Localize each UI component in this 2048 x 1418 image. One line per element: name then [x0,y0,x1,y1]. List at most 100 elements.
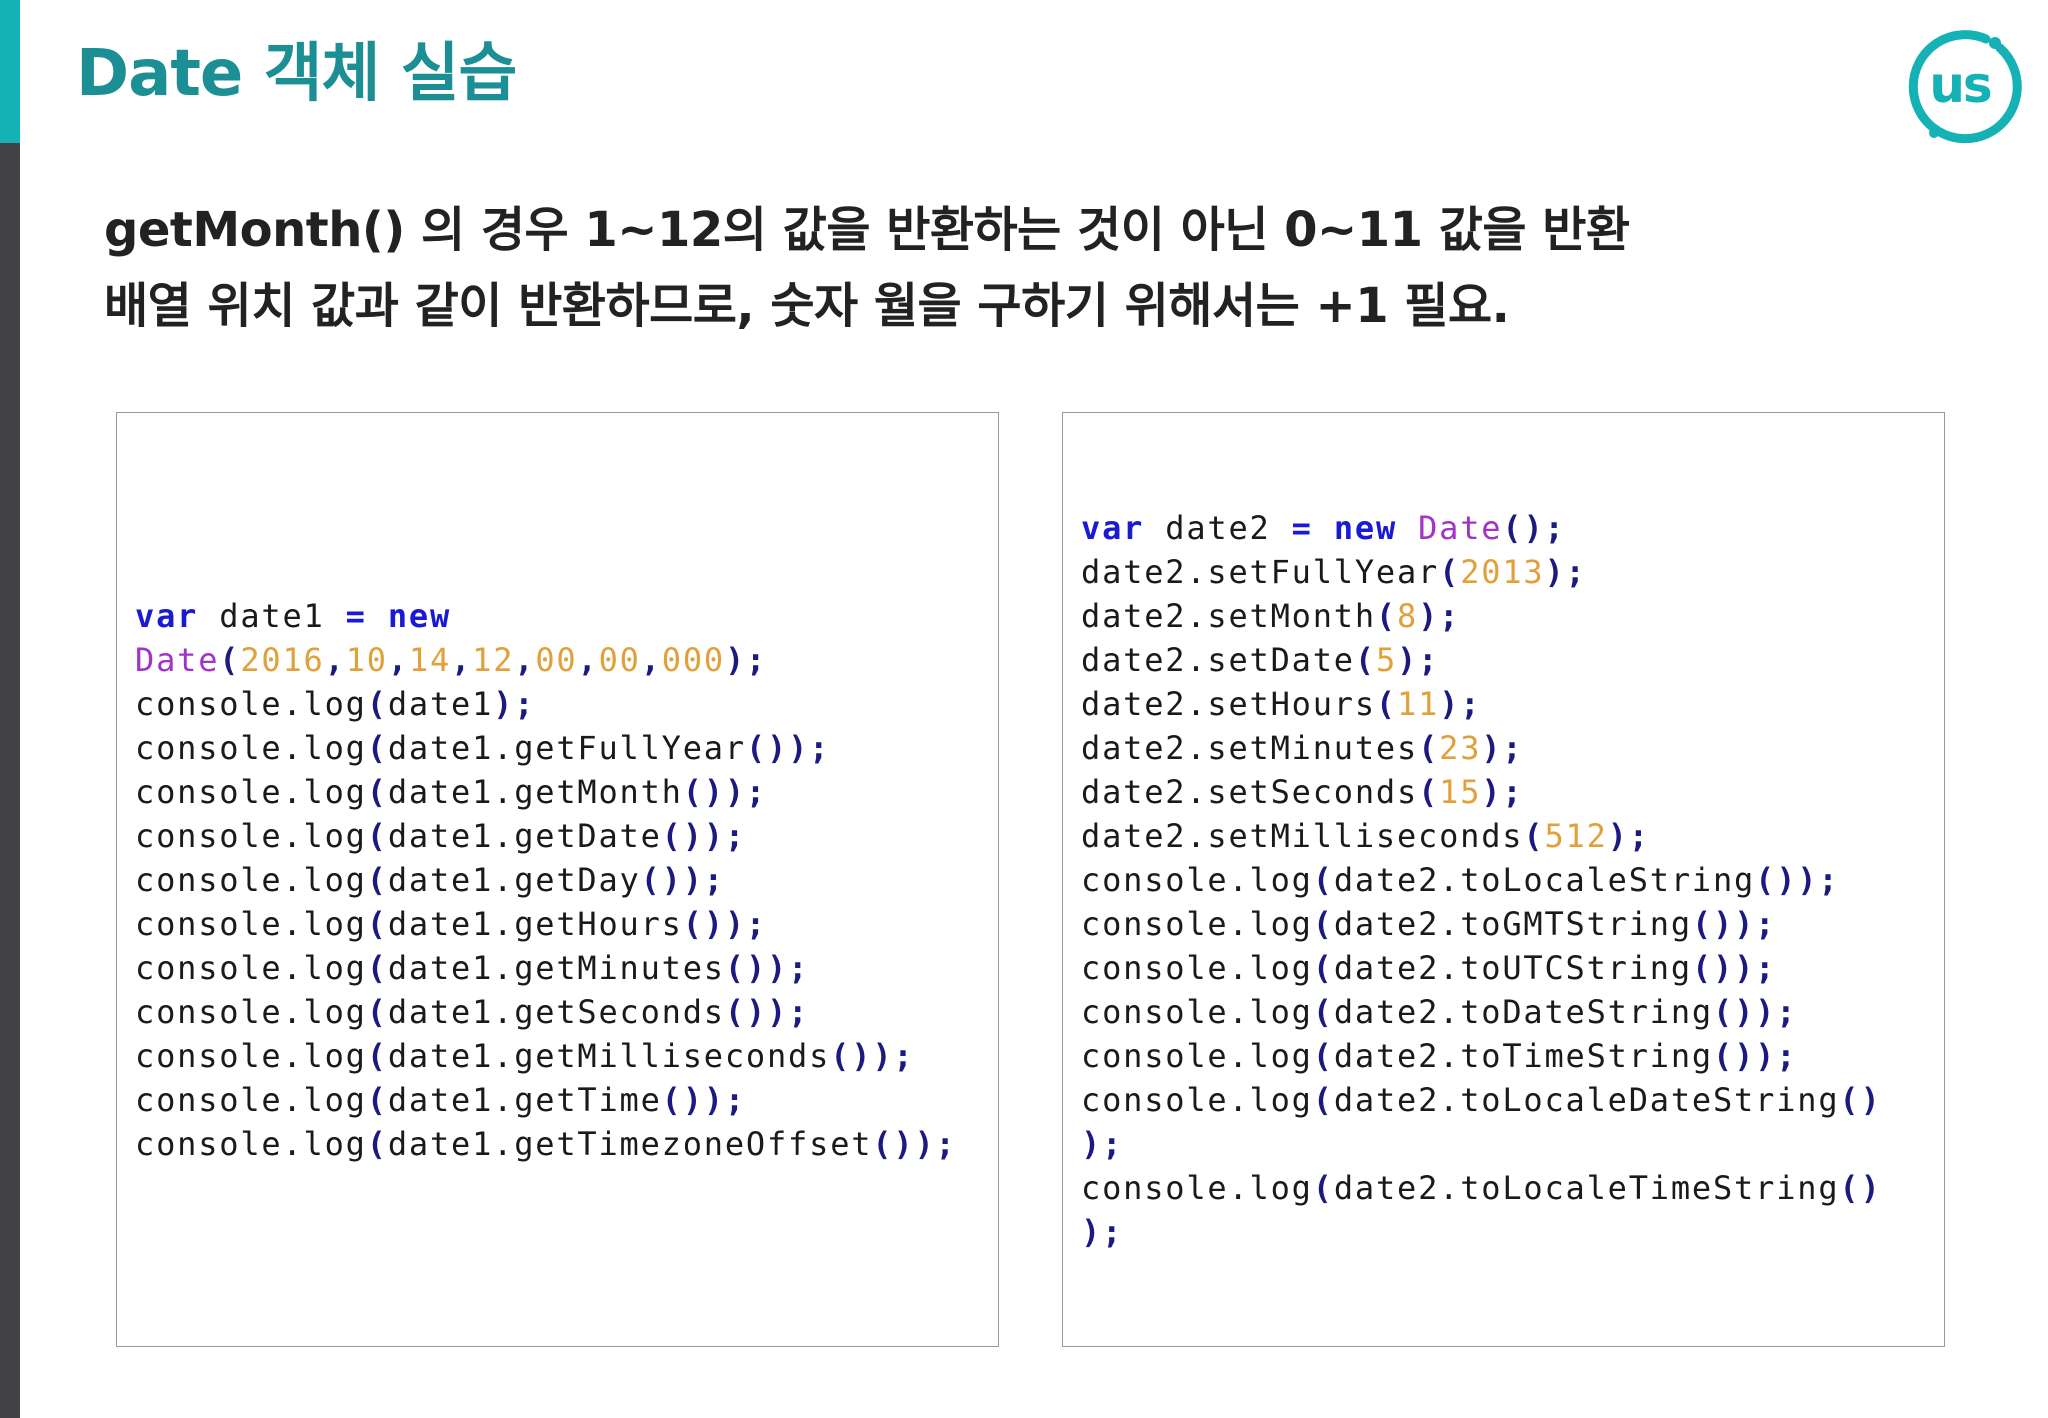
code-token: 2013 [1460,553,1545,591]
code-token: , [640,641,662,679]
code-token: ( [366,729,388,767]
code-token: 5 [1375,641,1398,679]
code-line: date2.setHours(11); [1081,682,1882,726]
code-token: ); [493,685,536,723]
code-token: new [387,597,452,635]
code-token: ( [1312,861,1334,899]
code-token: , [514,641,536,679]
code-token: new [1333,509,1398,547]
code-token: ( [1312,1169,1334,1207]
code-token: 2016 [240,641,325,679]
code-line: date2.setSeconds(15); [1081,770,1882,814]
code-token: date1.getSeconds [387,993,725,1031]
code-token: ()); [661,1081,746,1119]
slide-title: Date 객체 실습 [76,37,517,111]
code-token: ( [1375,597,1397,635]
code-line: console.log(date2.toLocaleTimeString() [1081,1166,1882,1210]
code-token: ( [1312,949,1334,987]
code-token: = [1291,509,1313,547]
code-line: date2.setFullYear(2013); [1081,550,1882,594]
code-token: 8 [1397,597,1419,635]
code-token: ()); [724,993,810,1031]
code-token: console.log [1081,1037,1313,1075]
code-token: ( [366,993,388,1031]
code-token: console.log [1081,1169,1313,1207]
code-token: 14 [408,641,452,679]
code-token: console.log [135,1125,367,1163]
code-token: date2.setMilliseconds [1081,817,1524,855]
code-line: var date1 = new [135,594,957,638]
code-token: ()); [682,773,767,811]
code-token: , [387,641,409,679]
code-token: console.log [1081,993,1313,1031]
code-token: Date [1418,509,1503,547]
code-line: ); [1081,1210,1882,1254]
description: getMonth() 의 경우 1~12의 값을 반환하는 것이 아닌 0~11… [104,192,1984,344]
code-line: date2.setMonth(8); [1081,594,1882,638]
code-token: date1.getDay [387,861,641,899]
code-box-date2: var date2 = new Date(); date2.setFullYear… [1062,412,1945,1347]
code-token: ( [366,905,388,943]
code-token: ( [366,685,388,723]
code-token: ( [219,641,241,679]
logo-text: us [1929,56,1991,114]
code-token: ()); [872,1125,957,1163]
code-token: ( [1312,1037,1334,1075]
code-token: ()); [1713,993,1798,1031]
code-token: 23 [1439,729,1482,767]
code-line: console.log(date2.toLocaleString()); [1081,858,1882,902]
code-token: console.log [1081,861,1313,899]
code-token: 512 [1544,817,1608,855]
accent-bar [0,0,20,143]
code-line: console.log(date1.getMinutes()); [135,946,957,990]
code-token: date1.getMonth [387,773,683,811]
code-token: date1.getTimezoneOffset [387,1125,873,1163]
code-token: ); [1481,773,1524,811]
code-token: 12 [472,641,515,679]
code-token: date2.setFullYear [1081,553,1440,591]
code-token: date2.toDateString [1333,993,1713,1031]
code-token: date1.getDate [387,817,662,855]
code-token: ( [1354,641,1376,679]
code-token: ()); [724,949,810,987]
code-token: ( [366,773,388,811]
code-token: console.log [135,993,367,1031]
code-token: ( [1418,773,1440,811]
code-token: date1.getMinutes [387,949,725,987]
code-token: date1.getHours [387,905,683,943]
code-token: ( [1523,817,1545,855]
code-token: ( [366,1125,388,1163]
code-token: Date [135,641,220,679]
code-token: console.log [135,905,367,943]
code-token: ( [366,1037,388,1075]
code-token: console.log [135,861,367,899]
code-token: ( [366,1081,388,1119]
code-token: () [1839,1081,1882,1119]
code-token: ()); [682,905,767,943]
code-token: ()); [830,1037,915,1075]
code-token: date2.toTimeString [1333,1037,1713,1075]
code-token: ( [366,949,388,987]
code-line: console.log(date1.getTimezoneOffset()); [135,1122,957,1166]
code-token: date2.toGMTString [1333,905,1692,943]
code-line: date2.setMilliseconds(512); [1081,814,1882,858]
code-token: ()); [1755,861,1840,899]
code-token: , [324,641,346,679]
code-token: date2.setHours [1081,685,1376,723]
code-line: date2.setDate(5); [1081,638,1882,682]
code-line: console.log(date1.getDate()); [135,814,957,858]
code-token: date2.setSeconds [1081,773,1419,811]
code-token: , [577,641,599,679]
code-token: ); [1397,641,1440,679]
code-token: ( [366,861,388,899]
code-token: console.log [135,685,367,723]
code-line: console.log(date1.getSeconds()); [135,990,957,1034]
code-token: (); [1502,509,1566,547]
code-token: ( [1312,905,1334,943]
code-block-date1: var date1 = new Date(2016,10,14,12,00,00,… [135,594,957,1166]
code-token: 00 [535,641,578,679]
code-token: ()); [661,817,746,855]
code-token: date2.toLocaleString [1333,861,1756,899]
